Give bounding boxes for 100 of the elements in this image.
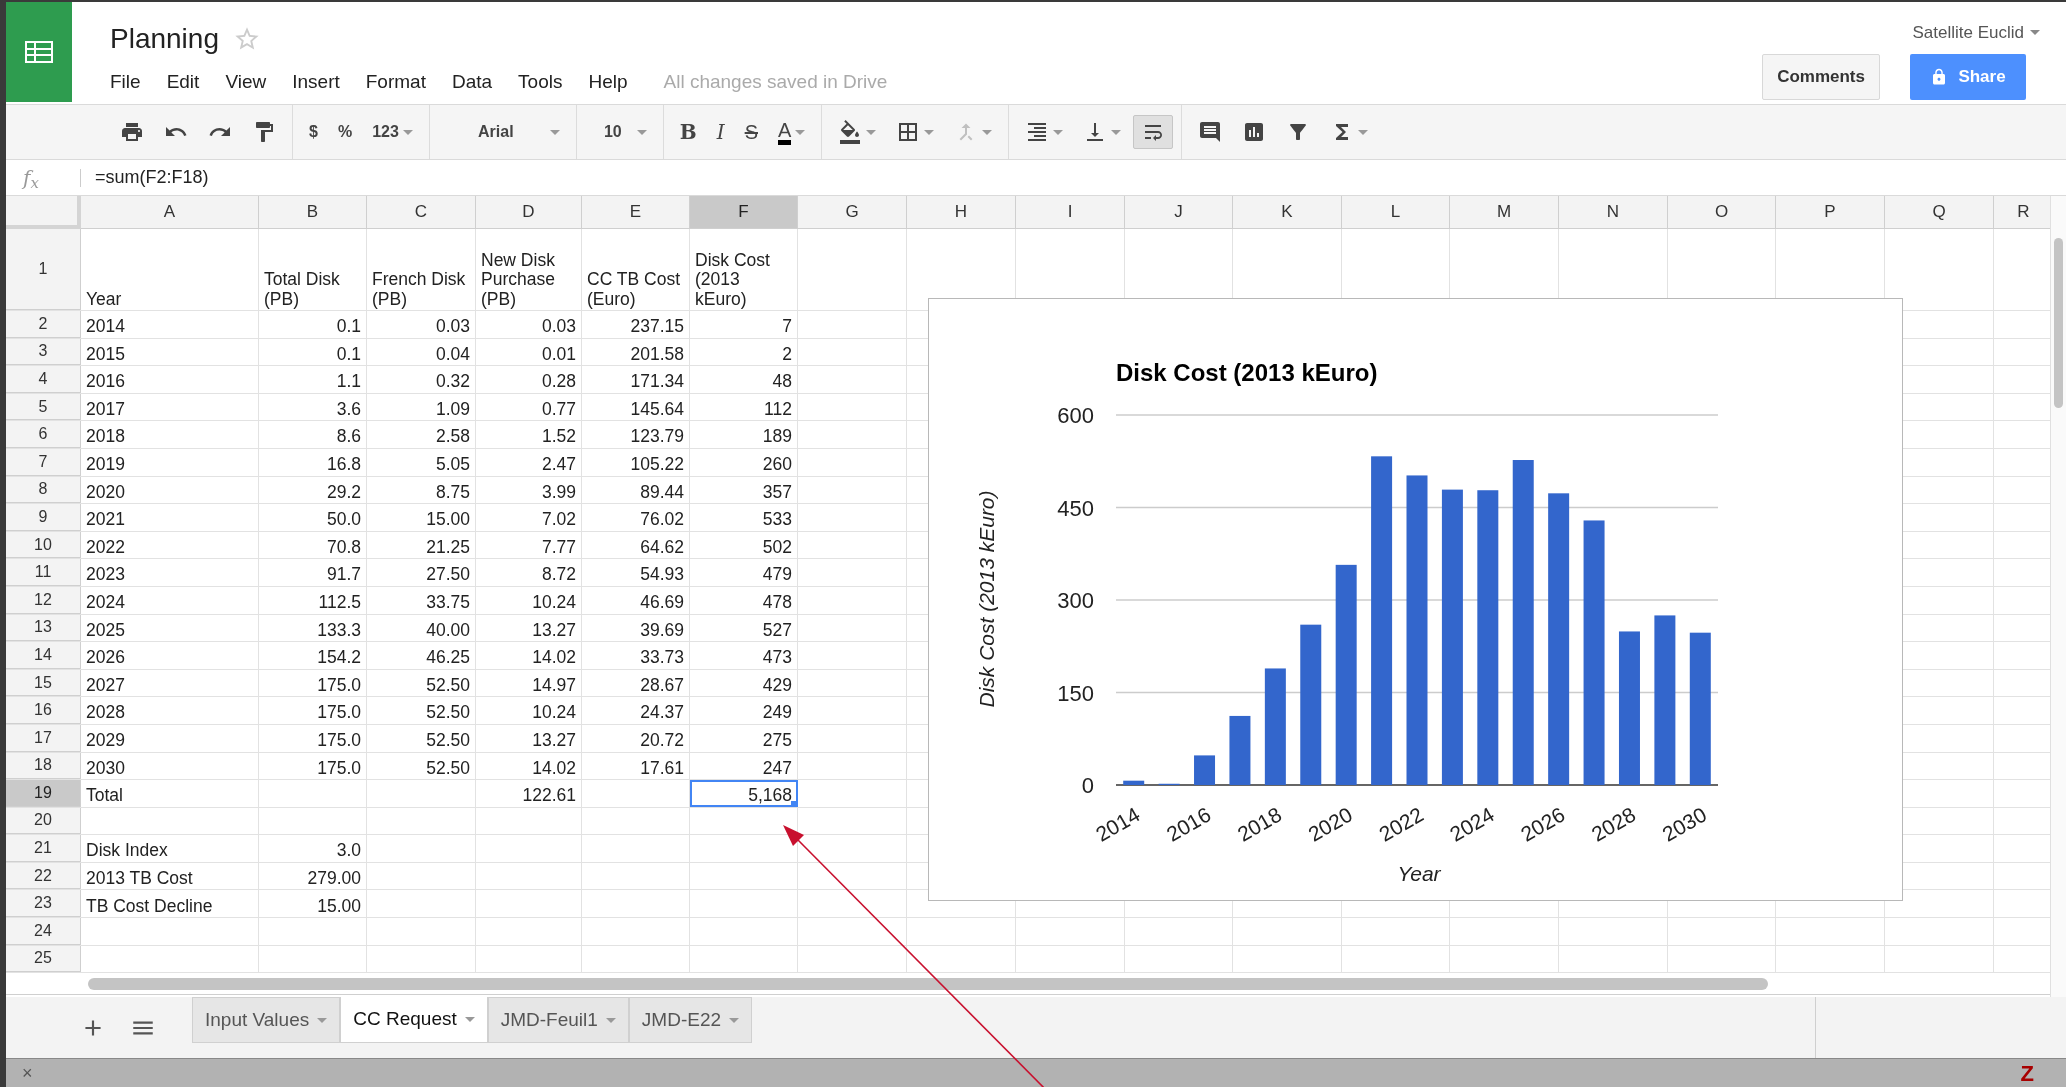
table-cell: 2030 — [81, 752, 259, 780]
row-header[interactable]: 13 — [6, 614, 81, 642]
column-header[interactable]: K — [1233, 196, 1342, 229]
row-header[interactable]: 17 — [6, 724, 81, 752]
caret-icon — [317, 1017, 328, 1023]
menu-item[interactable]: Data — [451, 68, 493, 97]
row-header[interactable]: 25 — [6, 945, 81, 973]
font-button[interactable]: Arial — [437, 115, 568, 149]
menu-item[interactable]: File — [110, 68, 141, 97]
row-header[interactable]: 7 — [6, 448, 81, 476]
row-header[interactable]: 12 — [6, 586, 81, 614]
table-cell: 275 — [690, 724, 798, 752]
sheet-tab[interactable]: JMD-Feuil1 — [487, 997, 629, 1043]
row-header[interactable]: 10 — [6, 531, 81, 559]
row-header[interactable]: 16 — [6, 697, 81, 724]
row-header[interactable]: 20 — [6, 807, 81, 835]
row-header[interactable]: 9 — [6, 504, 81, 531]
menu-item[interactable]: Format — [365, 68, 426, 97]
row-header[interactable]: 23 — [6, 890, 81, 918]
table-cell: Disk Index — [81, 835, 259, 862]
table-cell: 28.67 — [582, 669, 690, 697]
wrap-button[interactable] — [1133, 115, 1174, 149]
column-header[interactable]: F — [690, 196, 798, 229]
menu-item[interactable]: Tools — [518, 68, 563, 97]
row-header[interactable]: 2 — [6, 311, 81, 338]
table-cell: 2026 — [81, 642, 259, 669]
table-cell: 3.99 — [476, 476, 582, 504]
sheet-tab[interactable]: JMD-E22 — [628, 997, 753, 1043]
column-header[interactable]: R — [1994, 196, 2050, 229]
column-header[interactable]: L — [1342, 196, 1450, 229]
account-menu[interactable]: Satellite Euclid — [1912, 20, 2040, 46]
row-header[interactable]: 14 — [6, 642, 81, 669]
table-cell: 40.00 — [367, 614, 476, 642]
chart-bar — [1123, 780, 1145, 785]
table-cell: 473 — [690, 642, 798, 669]
sheet-tab[interactable]: Input Values — [192, 997, 341, 1043]
percent-button[interactable]: % — [329, 115, 361, 149]
close-mark[interactable]: × — [22, 1059, 33, 1087]
column-header[interactable]: N — [1559, 196, 1668, 229]
row-header[interactable]: 3 — [6, 338, 81, 366]
row-header[interactable]: 15 — [6, 669, 81, 697]
table-cell: 13.27 — [476, 724, 582, 752]
column-header[interactable]: E — [582, 196, 690, 229]
function-label: f$_{x}$ — [20, 164, 40, 193]
horizontal-scrollbar[interactable] — [88, 977, 1768, 990]
formula-field[interactable]: =sum(F2:F18) — [95, 164, 209, 191]
menu-item[interactable]: Insert — [292, 68, 340, 97]
color-button[interactable]: A — [770, 115, 814, 149]
row-header[interactable]: 24 — [6, 918, 81, 945]
column-header[interactable]: P — [1776, 196, 1885, 229]
sheet-tab[interactable]: CC Request — [340, 997, 488, 1043]
column-header[interactable]: O — [1668, 196, 1776, 229]
size-button[interactable]: 10 — [584, 115, 655, 149]
menu-item[interactable]: View — [225, 68, 267, 97]
column-header[interactable]: B — [259, 196, 367, 229]
italic-button[interactable]: I — [708, 115, 733, 149]
column-header[interactable]: A — [81, 196, 259, 229]
row-header[interactable]: 6 — [6, 421, 81, 448]
row-header[interactable]: 19 — [6, 780, 81, 807]
column-header[interactable]: J — [1125, 196, 1233, 229]
strike-button[interactable]: S — [736, 115, 766, 149]
column-header[interactable]: M — [1450, 196, 1559, 229]
bold-button[interactable]: B — [671, 115, 705, 149]
table-cell: 0.28 — [476, 366, 582, 393]
table-cell: 1.52 — [476, 421, 582, 448]
document-title[interactable]: Planning — [110, 18, 219, 60]
table-cell: 2017 — [81, 393, 259, 421]
table-cell: 7 — [690, 311, 798, 338]
vertical-scrollbar[interactable] — [2054, 238, 2063, 408]
row-header[interactable]: 5 — [6, 393, 81, 421]
table-cell: 237.15 — [582, 311, 690, 338]
table-cell: 175.0 — [259, 724, 367, 752]
sheets-logo[interactable] — [6, 2, 72, 102]
row-header[interactable]: 1 — [6, 229, 81, 310]
y-axis-title: Disk Cost (2013 kEuro) — [975, 490, 998, 708]
number-button[interactable]: 123 — [364, 115, 421, 149]
fill-handle[interactable] — [791, 800, 797, 807]
table-cell: 502 — [690, 531, 798, 559]
table-cell: 2020 — [81, 476, 259, 504]
column-header[interactable]: H — [907, 196, 1016, 229]
comments-button[interactable]: Comments — [1762, 53, 1880, 100]
menu-item[interactable]: Edit — [166, 68, 200, 97]
caret-icon — [605, 1017, 616, 1023]
currency-button[interactable]: $ — [301, 115, 326, 149]
column-header[interactable]: Q — [1885, 196, 1994, 229]
table-cell: French Disk (PB) — [367, 229, 476, 310]
row-header[interactable]: 18 — [6, 752, 81, 780]
row-header[interactable]: 11 — [6, 559, 81, 586]
row-header[interactable]: 21 — [6, 835, 81, 862]
table-cell: 5.05 — [367, 448, 476, 476]
row-header[interactable]: 8 — [6, 476, 81, 504]
row-header[interactable]: 4 — [6, 366, 81, 393]
row-header[interactable]: 22 — [6, 862, 81, 890]
table-cell: 89.44 — [582, 476, 690, 504]
table-cell: 171.34 — [582, 366, 690, 393]
column-header[interactable]: D — [476, 196, 582, 229]
column-header[interactable]: G — [798, 196, 907, 229]
column-header[interactable]: I — [1016, 196, 1125, 229]
menu-item[interactable]: Help — [588, 68, 628, 97]
column-header[interactable]: C — [367, 196, 476, 229]
